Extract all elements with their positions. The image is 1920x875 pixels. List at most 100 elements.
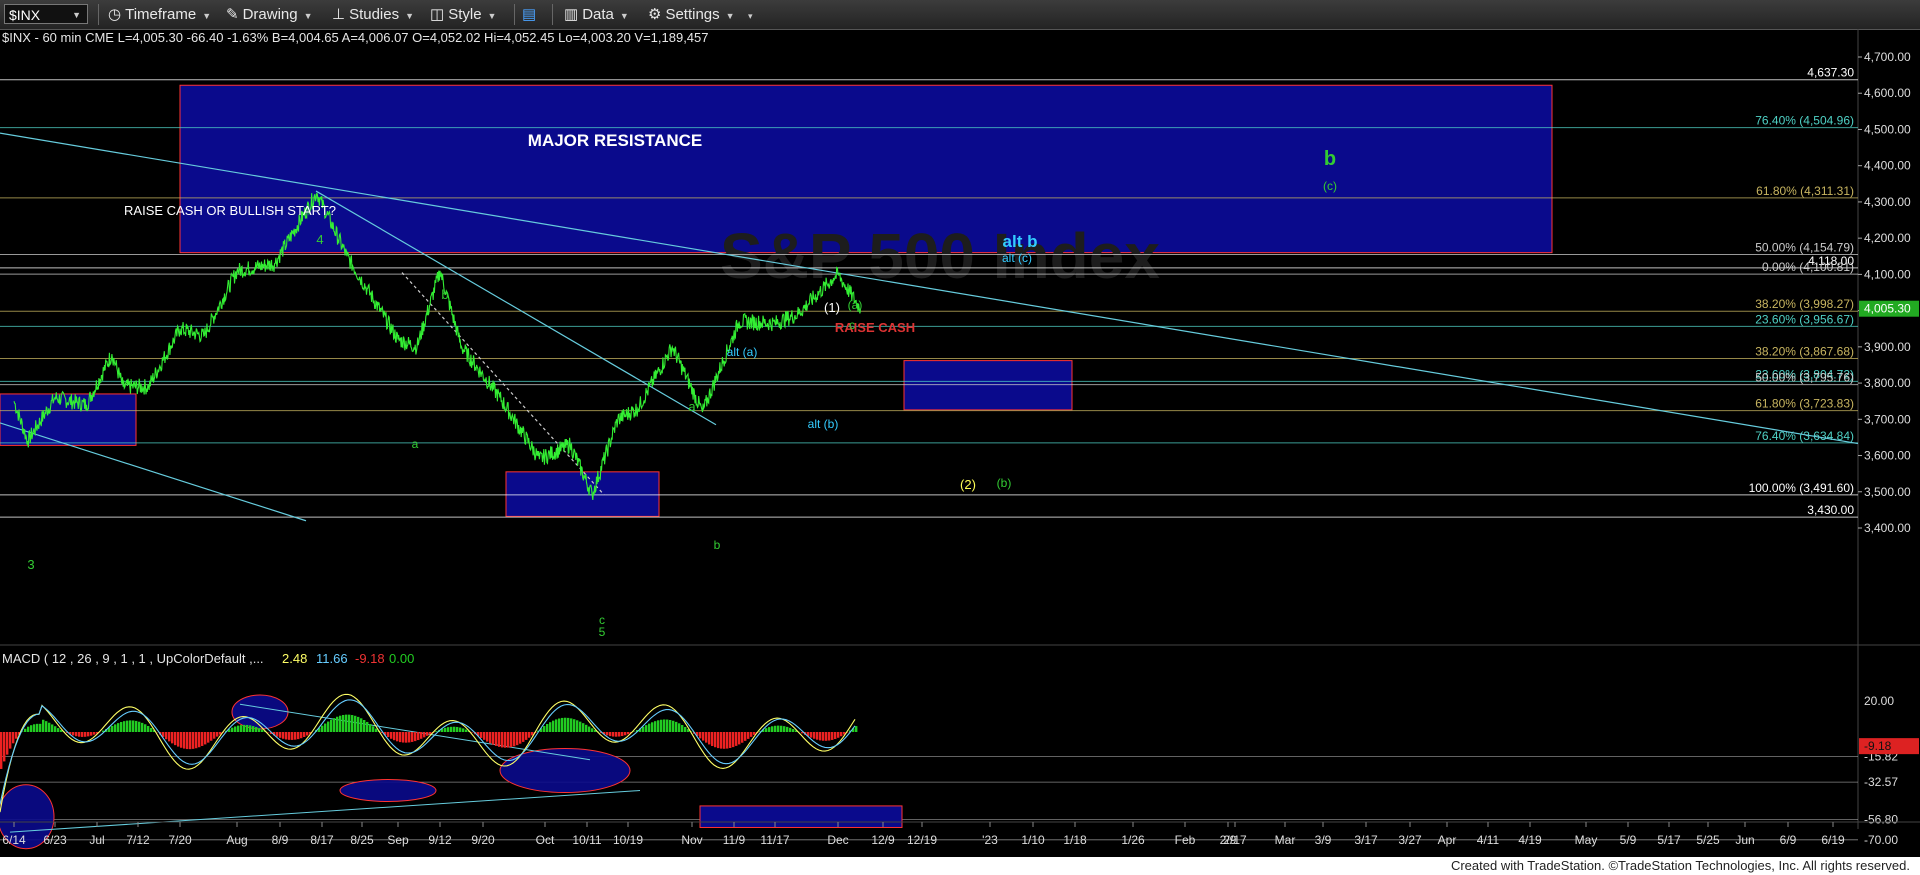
macd-histogram-bar xyxy=(624,732,627,736)
macd-value-2: 11.66 xyxy=(316,651,348,666)
bar-chart-icon: ▥ xyxy=(564,6,579,23)
macd-histogram-bar xyxy=(705,732,708,743)
data-button[interactable]: ▥ Data ▼ xyxy=(564,4,629,25)
symbol-text: $INX xyxy=(9,7,41,23)
macd-histogram-bar xyxy=(453,726,456,732)
macd-histogram-bar xyxy=(33,724,36,732)
drawing-label: Drawing xyxy=(242,6,298,23)
style-icon: ◫ xyxy=(430,6,445,23)
macd-histogram-bar xyxy=(396,732,399,742)
macd-histogram-bar xyxy=(39,723,42,732)
macd-histogram-bar xyxy=(252,726,255,732)
macd-histogram-bar xyxy=(36,723,39,732)
wave-annotation: b xyxy=(441,287,448,302)
y-tick-label: 4,300.00 xyxy=(1864,195,1911,209)
gear-icon: ⚙ xyxy=(648,6,662,23)
macd-label: MACD ( 12 , 26 , 9 , 1 , 1 , UpColorDefa… xyxy=(2,651,264,666)
drawing-button[interactable]: ✎ Drawing ▼ xyxy=(226,4,313,25)
style-label: Style xyxy=(448,6,482,23)
fib-level-label: 4,637.30 xyxy=(1807,66,1854,80)
x-tick-label: 3/9 xyxy=(1315,833,1332,847)
x-tick-label: 10/19 xyxy=(613,833,643,847)
y-tick-label: 3,900.00 xyxy=(1864,340,1911,354)
macd-histogram-bar xyxy=(825,732,828,741)
macd-histogram-bar xyxy=(606,732,609,736)
macd-histogram-bar xyxy=(777,725,780,732)
chevron-down-icon[interactable]: ▼ xyxy=(72,5,81,25)
macd-histogram-bar xyxy=(837,732,840,738)
dotted-projection xyxy=(401,272,605,496)
x-tick-label: 6/9 xyxy=(1780,833,1797,847)
macd-histogram-bar xyxy=(738,732,741,745)
macd-histogram-bar xyxy=(372,726,375,732)
macd-histogram-bar xyxy=(486,732,489,742)
macd-histogram-bar xyxy=(408,732,411,743)
macd-histogram-bar xyxy=(666,719,669,732)
chevron-down-icon: ▼ xyxy=(303,11,313,21)
macd-histogram-bar xyxy=(645,725,648,732)
x-tick-label: 11/9 xyxy=(723,833,746,847)
more-button[interactable]: ▾ xyxy=(742,4,753,25)
macd-histogram-bar xyxy=(783,726,786,732)
x-tick-label: 4/11 xyxy=(1477,833,1500,847)
macd-histogram-bar xyxy=(711,732,714,746)
macd-histogram-bar xyxy=(246,724,249,732)
macd-histogram-bar xyxy=(195,732,198,749)
macd-histogram-bar xyxy=(234,726,237,732)
studies-label: Studies xyxy=(349,6,400,23)
macd-histogram-bar xyxy=(300,732,303,739)
y-tick-label: 3,400.00 xyxy=(1864,521,1911,535)
symbol-input[interactable]: $INX ▼ xyxy=(4,4,88,24)
last-price-label: 4,005.30 xyxy=(1864,302,1911,316)
x-tick-label: 6/19 xyxy=(1821,833,1845,847)
fib-level-label: 50.00% (4,154.79) xyxy=(1755,241,1854,255)
macd-histogram-bar xyxy=(3,732,6,762)
wave-annotation: (1) xyxy=(824,300,840,315)
style-button[interactable]: ◫ Style ▼ xyxy=(430,4,496,25)
chart-area[interactable]: 3,400.00 3,500.00 3,600.00 3,700.00 3,800.00… xyxy=(0,29,1920,857)
studies-button[interactable]: ⊥ Studies ▼ xyxy=(332,4,414,25)
macd-histogram-bar xyxy=(822,732,825,741)
macd-oval-highlight xyxy=(231,694,289,730)
x-tick-label: 11/17 xyxy=(760,833,789,847)
macd-histogram-bar xyxy=(627,732,630,735)
wave-annotation: a xyxy=(688,399,696,414)
macd-histogram-bar xyxy=(753,732,756,735)
wave-annotation: alt b xyxy=(1003,232,1038,251)
macd-pane[interactable]: 20.00-15.82-32.57-56.80-70.00-9.18 xyxy=(0,693,1919,850)
x-tick-label: Nov xyxy=(681,833,702,847)
macd-histogram-bar xyxy=(768,727,771,732)
macd-histogram-bar xyxy=(387,732,390,738)
macd-histogram-bar xyxy=(501,732,504,748)
macd-histogram-bar xyxy=(180,732,183,748)
chevron-down-icon: ▼ xyxy=(725,11,735,21)
macd-histogram-bar xyxy=(168,732,171,742)
x-tick-label: Oct xyxy=(536,833,555,847)
macd-histogram-bar xyxy=(333,718,336,732)
fib-level-label: 23.60% (3,956.67) xyxy=(1755,312,1854,326)
macd-histogram-bar xyxy=(522,732,525,742)
macd-histogram-bar xyxy=(198,732,201,748)
macd-histogram-bar xyxy=(132,720,135,732)
x-tick-label: 1/26 xyxy=(1121,833,1145,847)
macd-histogram-bar xyxy=(684,726,687,732)
x-tick-label: 12/9 xyxy=(871,833,895,847)
macd-histogram-bar xyxy=(828,732,831,741)
chevron-down-icon: ▾ xyxy=(748,11,753,21)
macd-histogram-bar xyxy=(813,732,816,739)
macd-histogram-bar xyxy=(75,732,78,737)
macd-histogram-bar xyxy=(0,732,3,769)
toolbar: $INX ▼ ◷ Timeframe ▼ ✎ Drawing ▼ ⊥ Studies ▼ ◫… xyxy=(0,0,1920,30)
macd-histogram-bar xyxy=(510,732,513,748)
macd-histogram-bar xyxy=(207,732,210,743)
panes-button[interactable]: ▤ xyxy=(522,4,536,25)
macd-histogram-bar xyxy=(570,718,573,732)
macd-histogram-bar xyxy=(546,723,549,732)
macd-histogram-bar xyxy=(747,732,750,739)
timeframe-button[interactable]: ◷ Timeframe ▼ xyxy=(108,4,211,25)
wave-annotation: 5 xyxy=(599,625,606,639)
y-tick-label: 3,500.00 xyxy=(1864,485,1911,499)
settings-button[interactable]: ⚙ Settings ▼ xyxy=(648,4,735,25)
y-tick-label: 4,400.00 xyxy=(1864,159,1911,173)
wave-annotation: (c) xyxy=(1323,179,1337,193)
